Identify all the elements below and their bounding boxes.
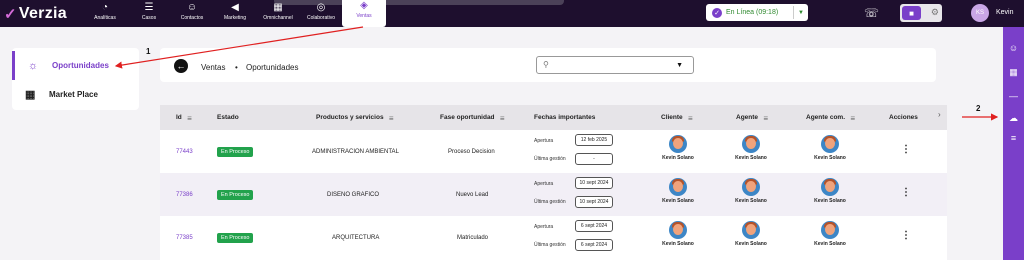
annotation-number-1: 1 [146, 47, 151, 56]
annotation-arrow-1 [114, 26, 364, 69]
annotation-overlay [114, 26, 999, 121]
annotation-number-2: 2 [976, 104, 981, 113]
